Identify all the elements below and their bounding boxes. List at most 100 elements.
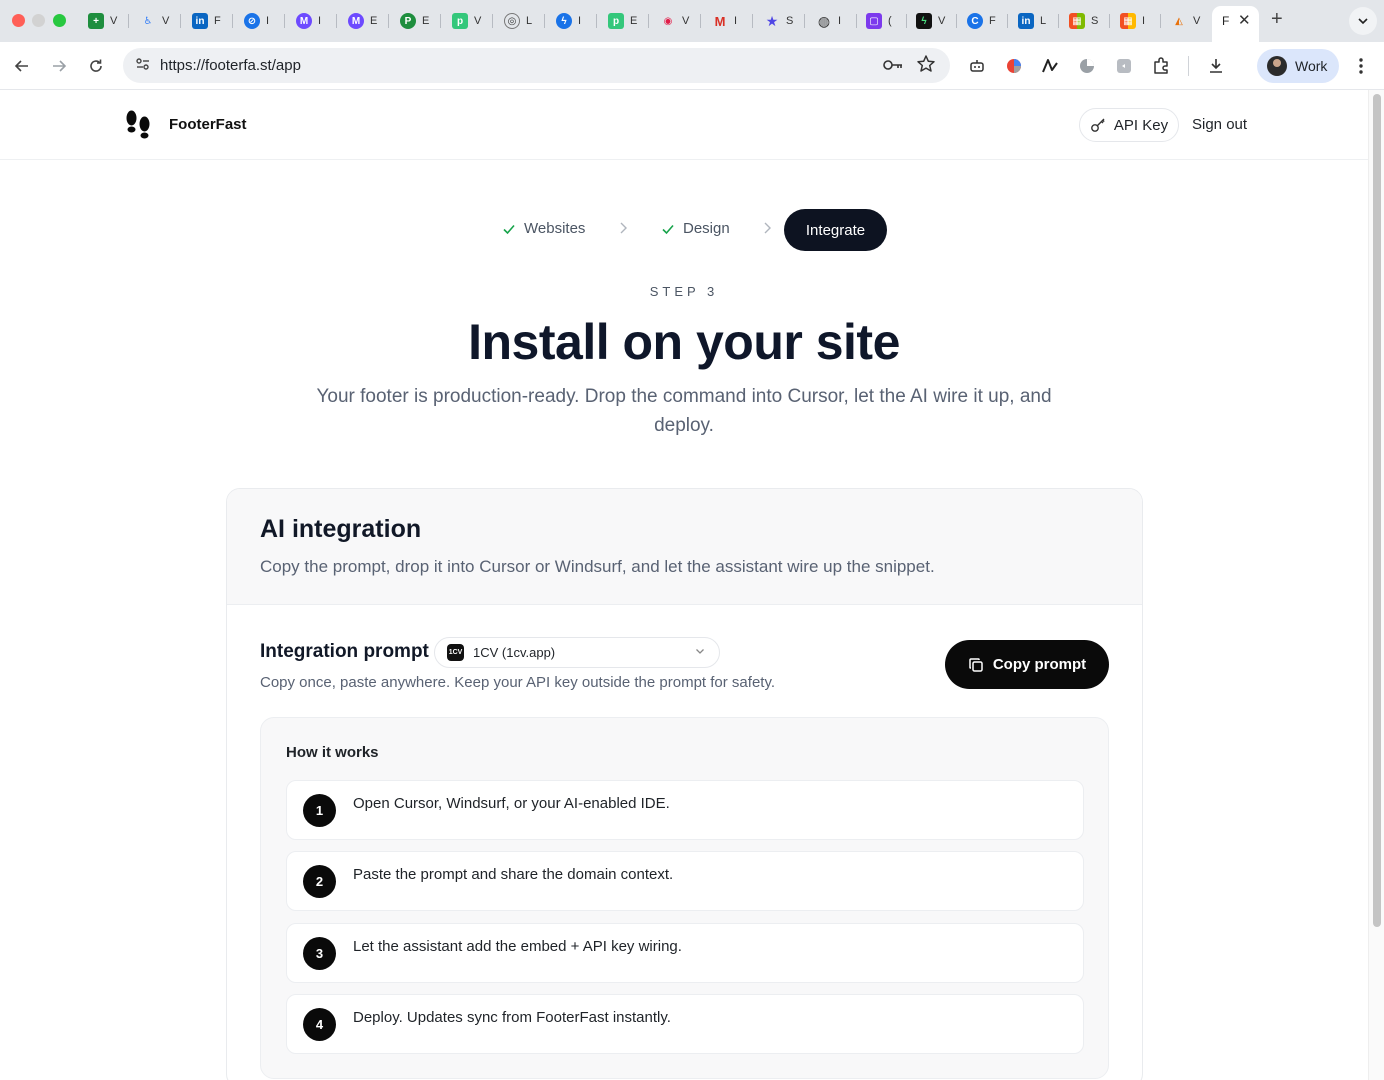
browser-tab[interactable]: ◎ L: [504, 6, 534, 36]
tab-favicon-icon: M: [348, 13, 364, 29]
tab-favicon-icon: in: [1018, 13, 1034, 29]
prompt-hint: Copy once, paste anywhere. Keep your API…: [260, 674, 776, 691]
profile-button[interactable]: Work: [1257, 49, 1339, 83]
browser-tab[interactable]: MI: [712, 6, 742, 36]
browser-tab[interactable]: ME: [348, 6, 378, 36]
new-tab-plus-icon[interactable]: +: [1271, 8, 1283, 31]
window-minimize-button[interactable]: [32, 14, 45, 27]
extension-robot-icon[interactable]: [965, 54, 989, 78]
step-eyebrow: STEP 3: [649, 284, 719, 299]
tab-search-chevron-icon[interactable]: [1349, 7, 1377, 35]
browser-tab[interactable]: ◭ V: [1171, 6, 1201, 36]
browser-tab[interactable]: ϟI: [556, 6, 586, 36]
tab-title: V: [162, 15, 170, 27]
list-item: 2 Paste the prompt and share the domain …: [286, 851, 1084, 911]
extension-grey-icon[interactable]: [1112, 54, 1136, 78]
tab-favicon-icon: ◎: [504, 13, 520, 29]
close-icon[interactable]: ✕: [1238, 11, 1251, 29]
browser-tab[interactable]: CF: [967, 6, 997, 36]
step-integrate[interactable]: Integrate: [784, 209, 887, 251]
url-text[interactable]: https://footerfa.st/app: [160, 57, 301, 74]
step-number-badge: 4: [303, 1008, 336, 1041]
browser-tab[interactable]: pV: [452, 6, 482, 36]
card-description: Copy the prompt, drop it into Cursor or …: [260, 557, 935, 576]
tab-title: V: [1193, 15, 1201, 27]
tab-title: (: [888, 15, 892, 27]
tab-title: I: [578, 15, 582, 27]
tab-title: I: [266, 15, 270, 27]
forward-arrow-icon[interactable]: [47, 54, 71, 78]
back-arrow-icon[interactable]: [10, 54, 34, 78]
step-websites[interactable]: Websites: [502, 220, 585, 237]
tab-favicon-icon: ♿: [143, 15, 153, 27]
browser-tab[interactable]: in L: [1018, 6, 1048, 36]
tab-title: I: [1142, 15, 1146, 27]
onboarding-stepper: Websites Design Integrate: [0, 209, 1368, 251]
list-item: 4 Deploy. Updates sync from FooterFast i…: [286, 994, 1084, 1054]
step-text: Let the assistant add the embed + API ke…: [353, 938, 682, 955]
extension-color-icon[interactable]: [1002, 54, 1026, 78]
page-scrollbar[interactable]: [1368, 90, 1384, 1080]
brand-name[interactable]: FooterFast: [169, 116, 247, 133]
browser-menu-icon[interactable]: [1349, 54, 1373, 78]
copy-prompt-button[interactable]: Copy prompt: [945, 640, 1109, 689]
chevron-right-icon: [763, 222, 772, 237]
browser-tab[interactable]: ⊘ I: [244, 6, 274, 36]
extension-pie-icon[interactable]: [1075, 54, 1099, 78]
window-close-button[interactable]: [12, 14, 25, 27]
bookmark-star-icon[interactable]: [916, 54, 936, 79]
tab-favicon-icon: p: [452, 13, 468, 29]
how-it-works-title: How it works: [286, 744, 379, 761]
tab-title: I: [734, 15, 738, 27]
tab-favicon-icon: ◭: [1175, 15, 1183, 27]
footprints-logo-icon[interactable]: [125, 110, 151, 140]
check-icon: [502, 222, 516, 236]
browser-tab[interactable]: pE: [608, 6, 638, 36]
browser-tab[interactable]: ♿ V: [140, 6, 170, 36]
browser-tab[interactable]: ◉ V: [660, 6, 690, 36]
tab-title: I: [838, 15, 842, 27]
api-key-button[interactable]: API Key: [1079, 108, 1179, 142]
browser-tab-active[interactable]: F ✕: [1212, 6, 1259, 42]
website-select[interactable]: 1CV 1CV (1cv.app): [434, 637, 720, 668]
tab-title: L: [1040, 15, 1047, 27]
window-zoom-button[interactable]: [53, 14, 66, 27]
browser-tab[interactable]: in F: [192, 6, 222, 36]
extensions-puzzle-icon[interactable]: [1149, 54, 1173, 78]
api-key-label: API Key: [1113, 116, 1169, 134]
extension-signature-icon[interactable]: [1038, 54, 1062, 78]
page-subtitle: Your footer is production-ready. Drop th…: [316, 386, 1052, 436]
browser-tab[interactable]: ▦ S: [1069, 6, 1099, 36]
copy-prompt-label: Copy prompt: [992, 656, 1087, 673]
browser-tab[interactable]: + V: [88, 6, 118, 36]
tab-favicon-icon: C: [967, 13, 983, 29]
browser-tab[interactable]: MI: [296, 6, 326, 36]
site-settings-icon[interactable]: [133, 54, 153, 79]
step-number-badge: 3: [303, 937, 336, 970]
browser-tab[interactable]: ▢(: [866, 6, 896, 36]
check-icon: [661, 222, 675, 236]
tab-favicon-icon: P: [400, 13, 416, 29]
list-item: 1 Open Cursor, Windsurf, or your AI-enab…: [286, 780, 1084, 840]
reload-icon[interactable]: [84, 54, 108, 78]
step-design[interactable]: Design: [661, 220, 730, 237]
browser-tab[interactable]: ◍ I: [816, 6, 846, 36]
tab-title: E: [370, 15, 378, 27]
browser-tab[interactable]: PE: [400, 6, 430, 36]
step-text: Open Cursor, Windsurf, or your AI-enable…: [353, 795, 670, 812]
profile-name: Work: [1295, 58, 1328, 74]
tab-title: S: [786, 15, 794, 27]
browser-tab[interactable]: ▦ I: [1120, 6, 1150, 36]
password-key-icon[interactable]: [882, 55, 904, 80]
tab-favicon-icon: ϟ: [916, 13, 932, 29]
tab-favicon-icon: ϟ: [556, 13, 572, 29]
sign-out-link[interactable]: Sign out: [1192, 116, 1247, 133]
step-text: Deploy. Updates sync from FooterFast ins…: [353, 1009, 671, 1026]
browser-tab[interactable]: ★ S: [764, 6, 794, 36]
chevron-down-icon: [695, 646, 705, 656]
download-icon[interactable]: [1204, 54, 1228, 78]
step-label: Design: [683, 220, 730, 237]
browser-tab[interactable]: ϟV: [916, 6, 946, 36]
address-bar[interactable]: https://footerfa.st/app: [123, 48, 950, 83]
scrollbar-thumb[interactable]: [1373, 94, 1381, 927]
